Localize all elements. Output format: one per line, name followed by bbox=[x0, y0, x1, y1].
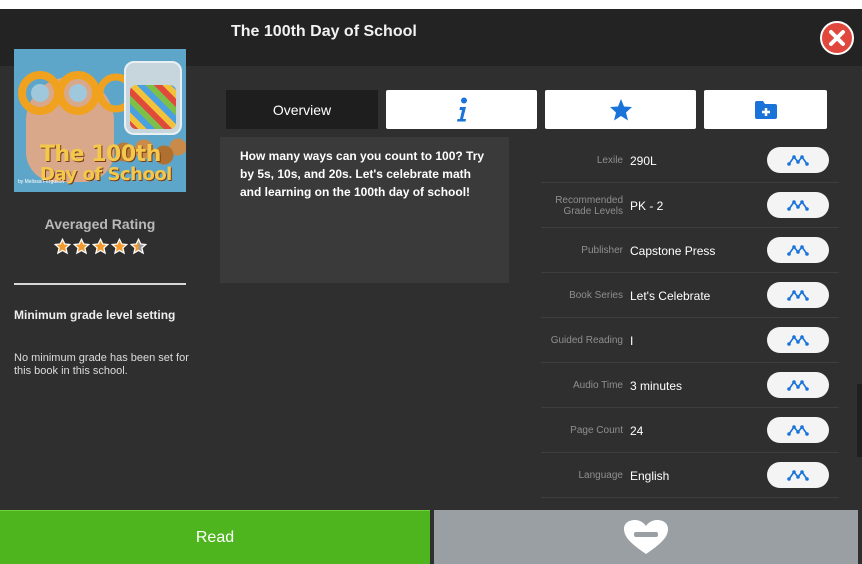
detail-row: Guided Reading I bbox=[541, 318, 839, 363]
detail-label: Publisher bbox=[581, 245, 623, 256]
detail-row: Book Series Let's Celebrate bbox=[541, 273, 839, 318]
detail-label: Audio Time bbox=[572, 380, 623, 391]
info-icon bbox=[456, 97, 467, 121]
folder-add-icon bbox=[754, 100, 777, 119]
find-similar-button[interactable] bbox=[767, 327, 829, 353]
similar-books-icon bbox=[787, 425, 809, 436]
book-cover-image: The 100th Day of School by Melissa Fergu… bbox=[14, 49, 186, 192]
find-similar-button[interactable] bbox=[767, 462, 829, 488]
find-similar-button[interactable] bbox=[767, 282, 829, 308]
rating-stars bbox=[54, 238, 147, 255]
detail-row: Lexile 290L bbox=[541, 138, 839, 183]
remove-favorite-button[interactable] bbox=[434, 510, 858, 564]
star-icon bbox=[609, 99, 632, 121]
detail-label: Lexile bbox=[596, 155, 623, 166]
find-similar-button[interactable] bbox=[767, 372, 829, 398]
similar-books-icon bbox=[787, 380, 809, 391]
similar-books-icon bbox=[787, 470, 809, 481]
similar-books-icon bbox=[787, 245, 809, 256]
tab-overview[interactable]: Overview bbox=[226, 90, 378, 129]
book-description: How many ways can you count to 100? Try … bbox=[240, 149, 485, 199]
detail-label: Book Series bbox=[569, 290, 623, 301]
detail-row: Page Count 24 bbox=[541, 408, 839, 453]
min-grade-description: No minimum grade has been set for this b… bbox=[14, 352, 189, 377]
find-similar-button[interactable] bbox=[767, 192, 829, 218]
detail-label: Language bbox=[578, 470, 624, 481]
similar-books-icon bbox=[787, 200, 809, 211]
detail-label: Guided Reading bbox=[550, 335, 623, 346]
description-box: How many ways can you count to 100? Try … bbox=[220, 137, 509, 283]
detail-label: Recommended Grade Levels bbox=[555, 194, 623, 217]
tab-info[interactable] bbox=[386, 90, 537, 129]
cover-byline: by Melissa Ferguson bbox=[18, 179, 65, 185]
rating-star-icon bbox=[130, 238, 147, 255]
candy-jar-graphic bbox=[124, 61, 182, 135]
glasses-graphic bbox=[18, 71, 136, 115]
rating-star-icon bbox=[111, 238, 128, 255]
rating-star-icon bbox=[54, 238, 71, 255]
find-similar-button[interactable] bbox=[767, 417, 829, 443]
detail-row: Publisher Capstone Press bbox=[541, 228, 839, 273]
detail-row: Audio Time 3 minutes bbox=[541, 363, 839, 408]
detail-value: PK - 2 bbox=[630, 198, 664, 213]
detail-value: 290L bbox=[630, 153, 657, 168]
scrollbar[interactable] bbox=[857, 384, 862, 457]
detail-row: Language English bbox=[541, 453, 839, 498]
tab-favorites[interactable] bbox=[545, 90, 696, 129]
detail-value: English bbox=[630, 468, 670, 483]
find-similar-button[interactable] bbox=[767, 237, 829, 263]
heart-minus-icon bbox=[624, 520, 668, 554]
close-icon bbox=[829, 30, 845, 46]
averaged-rating-label: Averaged Rating bbox=[44, 216, 156, 232]
divider bbox=[14, 283, 186, 285]
rating-star-icon bbox=[92, 238, 109, 255]
read-button[interactable]: Read bbox=[0, 510, 430, 564]
min-grade-title: Minimum grade level setting bbox=[14, 308, 176, 322]
similar-books-icon bbox=[787, 290, 809, 301]
detail-value: Let's Celebrate bbox=[630, 288, 711, 303]
similar-books-icon bbox=[787, 335, 809, 346]
book-details-dialog: The 100th Day of School The 100th Day of… bbox=[0, 9, 862, 564]
book-title: The 100th Day of School bbox=[231, 23, 417, 40]
detail-value: Capstone Press bbox=[630, 243, 716, 258]
detail-value: 3 minutes bbox=[630, 378, 683, 393]
rating-star-icon bbox=[73, 238, 90, 255]
close-button[interactable] bbox=[820, 21, 854, 55]
detail-value: I bbox=[630, 333, 634, 348]
tab-add-to-folder[interactable] bbox=[704, 90, 827, 129]
detail-value: 24 bbox=[630, 423, 644, 438]
find-similar-button[interactable] bbox=[767, 147, 829, 173]
similar-books-icon bbox=[787, 155, 809, 166]
detail-row: Recommended Grade Levels PK - 2 bbox=[541, 183, 839, 228]
detail-label: Page Count bbox=[570, 425, 623, 436]
